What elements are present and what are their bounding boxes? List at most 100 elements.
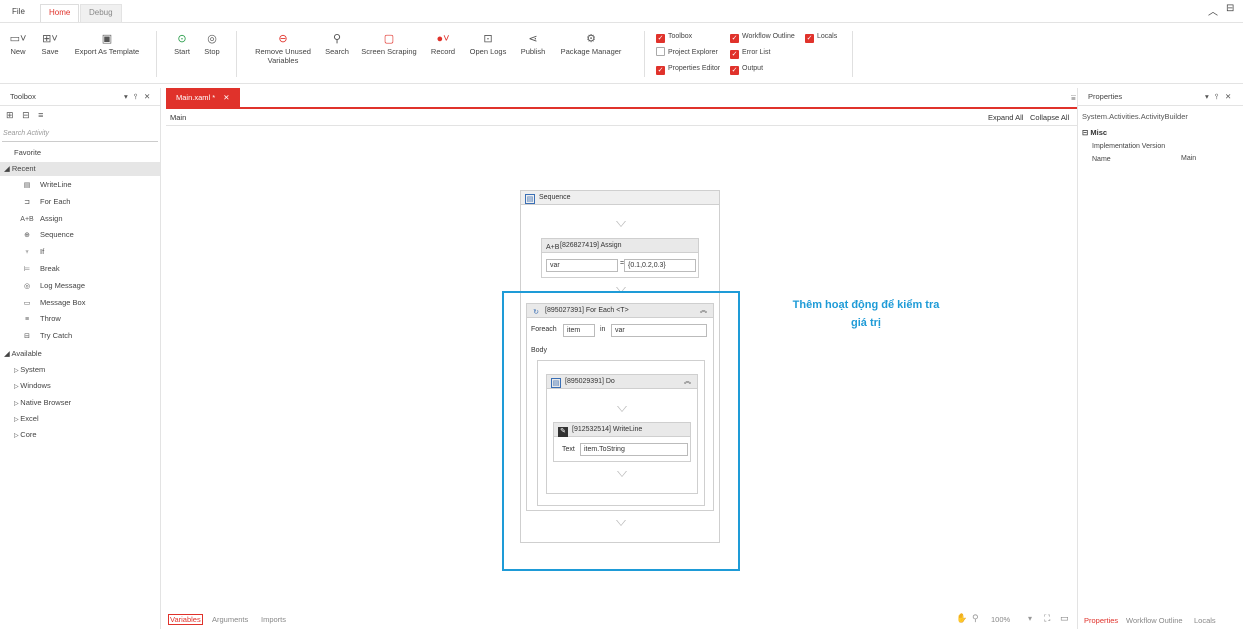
menu-bar: File Home Debug ︿ ⊟ <box>0 0 1243 22</box>
drop-target-arrow-icon[interactable] <box>616 221 626 227</box>
toolbox-category[interactable]: ▷ Excel <box>14 412 39 426</box>
assign-activity[interactable]: A+B[826827419] Assign var = {0.1,0.2,0.3… <box>541 238 699 278</box>
designer-area: Main.xaml * ✕ Main Expand All Collapse A… <box>166 88 1077 629</box>
close-icon[interactable]: ✕ <box>1225 88 1231 106</box>
category-misc[interactable]: ⊟ Misc <box>1078 128 1243 139</box>
search-button[interactable]: ⚲ Search <box>322 31 352 56</box>
toolbox-item[interactable]: ⊕ Sequence <box>20 228 74 242</box>
checkbox-checked-icon: ✓ <box>730 34 739 43</box>
breadcrumb[interactable]: Main <box>170 113 186 122</box>
error-list-checkbox[interactable]: ✓ Error List <box>730 47 770 59</box>
collapse-all-link[interactable]: Collapse All <box>1030 113 1069 122</box>
tab-properties[interactable]: Properties <box>1084 616 1118 625</box>
toolbox-item[interactable]: A+B Assign <box>20 212 62 226</box>
save-icon: ⊞˅ <box>42 33 58 45</box>
properties-bottom-bar: Properties Workflow Outline Locals <box>1078 612 1243 629</box>
expand-all-link[interactable]: Expand All <box>988 113 1023 122</box>
sequence-icon: ▤ <box>525 194 535 204</box>
checkbox-checked-icon: ✓ <box>730 66 739 75</box>
close-icon[interactable]: ✕ <box>144 88 150 106</box>
collapse-all-icon[interactable]: ⊟ <box>22 110 30 120</box>
toolbox-header: Toolbox ▾ ⫯ ✕ <box>0 88 160 106</box>
output-checkbox[interactable]: ✓ Output <box>730 63 763 75</box>
stop-icon: ◎ <box>207 33 217 45</box>
tab-main-xaml[interactable]: Main.xaml * ✕ <box>166 88 240 107</box>
collapse-box-icon: ⊟ <box>1082 128 1089 137</box>
toolbox-item[interactable]: ◎ Log Message <box>20 279 85 293</box>
toolbox-item[interactable]: ≡ Throw <box>20 312 61 326</box>
menu-home[interactable]: Home <box>40 4 80 22</box>
zoom-level[interactable]: 100% <box>991 615 1010 624</box>
overview-icon[interactable]: ▭ <box>1060 613 1069 624</box>
sequence-header: ▤ Sequence <box>521 191 719 205</box>
locals-checkbox[interactable]: ✓ Locals <box>805 31 837 43</box>
close-tab-icon[interactable]: ✕ <box>223 93 229 102</box>
save-button[interactable]: ⊞˅ Save <box>38 31 62 56</box>
list-view-icon[interactable]: ≡ <box>38 110 43 120</box>
prop-impl-version-name: Implementation Version <box>1092 143 1166 150</box>
toolbox-item[interactable]: ⊨ Break <box>20 262 60 276</box>
menu-file[interactable]: File <box>4 4 33 22</box>
if-icon: ♆ <box>24 249 30 257</box>
zoom-icon[interactable]: ⚲ <box>972 613 979 624</box>
collapse-ribbon-icon[interactable]: ︿ <box>1208 3 1218 18</box>
new-button[interactable]: ▭˅ New <box>6 31 30 56</box>
menu-debug[interactable]: Debug <box>80 4 122 22</box>
pin-icon[interactable]: ⫯ <box>134 88 137 106</box>
toolbox-checkbox[interactable]: ✓ Toolbox <box>656 31 692 43</box>
publish-button[interactable]: ⋖ Publish <box>516 31 550 56</box>
ribbon-divider <box>236 31 237 77</box>
expand-all-icon[interactable]: ⊞ <box>6 110 14 120</box>
project-explorer-checkbox[interactable]: Project Explorer <box>656 47 718 58</box>
panel-dropdown-icon[interactable]: ▾ <box>1205 88 1209 106</box>
package-manager-button[interactable]: ⚙ Package Manager <box>556 31 626 56</box>
properties-editor-checkbox[interactable]: ✓ Properties Editor <box>656 63 720 75</box>
assign-icon: A+B <box>546 244 560 251</box>
toolbox-recent-group[interactable]: ◢ Recent <box>0 162 160 176</box>
tab-imports[interactable]: Imports <box>261 615 286 624</box>
tab-workflow-outline[interactable]: Workflow Outline <box>1126 616 1183 625</box>
tab-arguments[interactable]: Arguments <box>212 615 248 624</box>
toolbox-category[interactable]: ▷ Windows <box>14 379 51 393</box>
toolbox-item[interactable]: ♆ If <box>20 245 44 259</box>
filter-icon[interactable]: ⩸ <box>1071 93 1076 103</box>
remove-unused-variables-button[interactable]: ⊖ Remove Unused Variables <box>250 31 316 65</box>
toolbox-available-group[interactable]: ◢ Available <box>4 347 42 361</box>
properties-title: Properties <box>1088 92 1123 101</box>
prop-name-value[interactable]: Main <box>1181 155 1196 162</box>
tab-locals[interactable]: Locals <box>1194 616 1216 625</box>
toolbox-category[interactable]: ▷ Core <box>14 428 37 442</box>
search-activity-input[interactable]: Search Activity <box>2 129 158 142</box>
assign-to-field[interactable]: var <box>546 259 618 272</box>
ribbon-divider <box>156 31 157 77</box>
assign-value-field[interactable]: {0.1,0.2,0.3} <box>624 259 696 272</box>
export-template-button[interactable]: ▣ Export As Template <box>70 31 144 56</box>
panel-dropdown-icon[interactable]: ▾ <box>124 88 128 106</box>
workflow-outline-checkbox[interactable]: ✓ Workflow Outline <box>730 31 795 43</box>
toolbox-category[interactable]: ▷ Native Browser <box>14 396 71 410</box>
screen-scraping-button[interactable]: ▢ Screen Scraping <box>358 31 420 56</box>
toolbox-category-label: Windows <box>20 381 51 391</box>
start-button[interactable]: ⊙ Start <box>170 31 194 56</box>
properties-panel: Properties ▾ ⫯ ✕ System.Activities.Activ… <box>1077 88 1243 629</box>
toolbox-favorite[interactable]: Favorite <box>14 146 41 160</box>
pin-icon[interactable]: ⫯ <box>1215 88 1218 106</box>
toolbox-item[interactable]: ⊟ Try Catch <box>20 329 72 343</box>
window-layout-icon[interactable]: ⊟ <box>1226 3 1234 14</box>
tab-variables[interactable]: Variables <box>168 614 203 625</box>
record-button[interactable]: ●˅ Record <box>428 31 458 56</box>
open-logs-button[interactable]: ⊡ Open Logs <box>466 31 510 56</box>
publish-icon: ⋖ <box>528 33 538 45</box>
stop-button[interactable]: ◎ Stop <box>200 31 224 56</box>
toolbox-item[interactable]: ▤ WriteLine <box>20 178 72 192</box>
toolbox-item-label: If <box>40 247 45 257</box>
writeline-icon: ▤ <box>23 182 31 189</box>
fit-screen-icon[interactable]: ⛶ <box>1044 613 1050 624</box>
toolbox-item[interactable]: ⊐ For Each <box>20 195 70 209</box>
toolbox-item[interactable]: ▭ Message Box <box>20 296 86 310</box>
zoom-dropdown-icon[interactable]: ▾ <box>1028 614 1032 623</box>
toolbox-category[interactable]: ▷ System <box>14 363 45 377</box>
hand-pan-icon[interactable]: ✋ <box>956 613 967 624</box>
toolbox-item-label: Throw <box>40 314 61 324</box>
toolbox-category-label: Core <box>20 430 37 440</box>
